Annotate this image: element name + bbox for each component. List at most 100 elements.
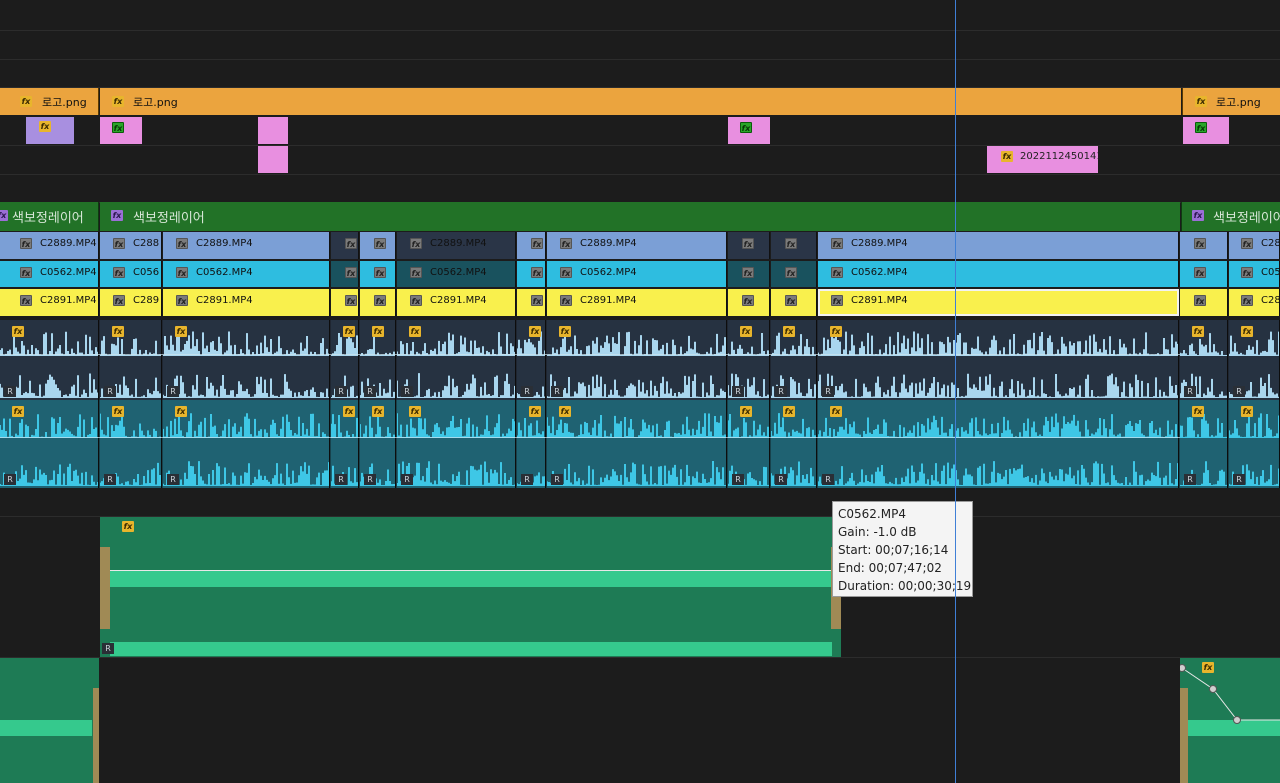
audio-track-a1[interactable]: fx Rfx Rfx Rfx Rfx Rfx Rfx Rfx Rfx Rfx Rfx Rfx Rfx R	[0, 320, 1280, 400]
adjustment-layer-track[interactable]: fx 색보정레이어 fx 색보정레이어 fx 색보정레이어	[0, 202, 1280, 231]
adjustment-layer-clip[interactable]: fx 색보정레이어	[0, 202, 99, 231]
video-clip[interactable]: fx	[517, 261, 546, 287]
audio-clip[interactable]: fx R	[1180, 320, 1228, 400]
video-clip[interactable]: fx	[771, 261, 817, 287]
audio-clip[interactable]: fx R	[1180, 400, 1228, 488]
video-clip[interactable]: fx C0562.MP4	[547, 261, 727, 287]
video-clip[interactable]: fx C2889.MP4	[163, 232, 330, 259]
video-clip[interactable]: fx C2891.MP4	[163, 289, 330, 316]
video-clip[interactable]: fx	[728, 289, 770, 316]
graphics-track[interactable]: fx fx fx fx	[0, 116, 1280, 146]
audio-clip[interactable]: fx R	[547, 400, 727, 488]
video-clip[interactable]: fx	[728, 232, 770, 259]
audio-clip[interactable]: fx R	[163, 320, 330, 400]
video-clip[interactable]: fx	[331, 289, 359, 316]
video-clip[interactable]: fx C2889.MP4	[547, 232, 727, 259]
empty-video-track[interactable]	[0, 59, 1280, 88]
pink-clip[interactable]	[258, 117, 288, 144]
audio-clip[interactable]: fx R	[818, 320, 1179, 400]
video-clip[interactable]: fx C289	[100, 289, 162, 316]
video-clip[interactable]: fx C2891.MP4	[397, 289, 516, 316]
video-clip[interactable]: fx	[771, 289, 817, 316]
audio-clip[interactable]: fx R	[517, 320, 546, 400]
adjustment-layer-clip[interactable]: fx 색보정레이어	[1181, 202, 1280, 231]
video-track-v1[interactable]: fx C2891.MP4 fx C289 fx C2891.MP4 fx fx fx C2891.…	[0, 288, 1280, 317]
video-clip[interactable]: fx C2891.MP4	[547, 289, 727, 316]
video-clip[interactable]: fx	[517, 289, 546, 316]
empty-video-track[interactable]	[0, 174, 1280, 203]
audio-clip[interactable]: fx R	[0, 320, 99, 400]
trim-handle[interactable]	[100, 547, 110, 629]
audio-clip[interactable]: fx R	[771, 320, 817, 400]
video-clip[interactable]: fx C056	[100, 261, 162, 287]
audio-clip[interactable]: fx R	[547, 320, 727, 400]
pink-clip[interactable]: fx	[1183, 117, 1229, 144]
timeline-panel[interactable]: fx 로고.png fx 로고.png fx 로고.png fx fx fx f…	[0, 0, 1280, 783]
music-clip[interactable]: fx	[1180, 658, 1280, 783]
media-clip[interactable]: fx 2022112450141	[987, 146, 1098, 173]
trim-handle[interactable]	[93, 688, 99, 783]
audio-clip[interactable]: fx R	[397, 320, 516, 400]
gain-line[interactable]	[100, 570, 841, 571]
audio-clip[interactable]: fx R	[771, 400, 817, 488]
music-clip[interactable]	[0, 658, 99, 783]
adjustment-layer-clip[interactable]: fx 색보정레이어	[100, 202, 1180, 231]
video-clip[interactable]: fx C28	[1229, 232, 1280, 259]
volume-line[interactable]	[0, 437, 1180, 438]
audio-clip[interactable]: fx R	[1229, 400, 1280, 488]
lavender-clip[interactable]: fx	[26, 117, 74, 144]
audio-clip[interactable]: fx R	[818, 400, 1179, 488]
audio-track-a2[interactable]: fx Rfx Rfx Rfx Rfx Rfx Rfx Rfx Rfx Rfx Rfx Rfx Rfx R	[0, 400, 1280, 488]
video-clip[interactable]: fx C288	[100, 232, 162, 259]
video-clip[interactable]: fx	[331, 232, 359, 259]
volume-keyframe-line[interactable]	[1180, 658, 1280, 738]
logo-track[interactable]: fx 로고.png fx 로고.png fx 로고.png	[0, 87, 1280, 116]
audio-clip[interactable]: fx R	[100, 400, 162, 488]
video-clip[interactable]: fx	[331, 261, 359, 287]
video-clip[interactable]: fx C05	[1229, 261, 1280, 287]
video-track-v3[interactable]: fx C2889.MP4 fx C288 fx C2889.MP4 fx fx fx C2889.…	[0, 231, 1280, 260]
video-clip[interactable]: fx	[771, 232, 817, 259]
video-track-v2[interactable]: fx C0562.MP4 fx C056 fx C0562.MP4 fx fx fx C0562.…	[0, 260, 1280, 288]
audio-clip[interactable]: fx R	[517, 400, 546, 488]
music-track[interactable]	[0, 488, 1280, 517]
logo-clip[interactable]: fx 로고.png	[100, 88, 1181, 115]
audio-clip[interactable]: fx R	[360, 320, 396, 400]
empty-video-track[interactable]	[0, 0, 1280, 31]
music-clip[interactable]: fx R	[100, 517, 841, 657]
audio-clip[interactable]: fx R	[331, 320, 359, 400]
audio-clip[interactable]: fx R	[360, 400, 396, 488]
video-clip[interactable]: fx	[360, 261, 396, 287]
video-clip[interactable]: fx	[360, 232, 396, 259]
video-clip[interactable]: fx C28	[1229, 289, 1280, 316]
pink-clip[interactable]: fx	[100, 117, 142, 144]
audio-clip[interactable]: fx R	[0, 400, 99, 488]
video-clip[interactable]: fx C2889.MP4	[818, 232, 1179, 259]
video-clip[interactable]: fx C0562.MP4	[163, 261, 330, 287]
audio-clip[interactable]: fx R	[331, 400, 359, 488]
logo-clip[interactable]: fx 로고.png	[0, 88, 99, 115]
volume-line[interactable]	[0, 354, 1180, 355]
audio-clip[interactable]: fx R	[100, 320, 162, 400]
audio-clip[interactable]: fx R	[1229, 320, 1280, 400]
playhead[interactable]	[955, 0, 956, 783]
video-clip[interactable]: fx C2891.MP4	[0, 289, 99, 316]
audio-clip[interactable]: fx R	[728, 320, 770, 400]
audio-clip[interactable]: fx R	[397, 400, 516, 488]
music-track-2[interactable]: fx	[0, 657, 1280, 783]
pink-clip[interactable]: fx	[728, 117, 770, 144]
video-clip[interactable]: fx	[360, 289, 396, 316]
video-clip[interactable]: fx C2889.MP4	[397, 232, 516, 259]
video-clip[interactable]: fx	[1180, 232, 1228, 259]
video-clip[interactable]: fx C0562.MP4	[397, 261, 516, 287]
video-clip[interactable]: fx	[1180, 261, 1228, 287]
video-clip[interactable]: fx	[728, 261, 770, 287]
logo-clip[interactable]: fx 로고.png	[1182, 88, 1280, 115]
video-clip[interactable]: fx	[517, 232, 546, 259]
audio-clip[interactable]: fx R	[728, 400, 770, 488]
graphics-track[interactable]: fx 2022112450141	[0, 145, 1280, 175]
video-clip[interactable]: fx	[1180, 289, 1228, 316]
audio-clip[interactable]: fx R	[163, 400, 330, 488]
video-clip[interactable]: fx C2889.MP4	[0, 232, 99, 259]
empty-video-track[interactable]	[0, 30, 1280, 60]
